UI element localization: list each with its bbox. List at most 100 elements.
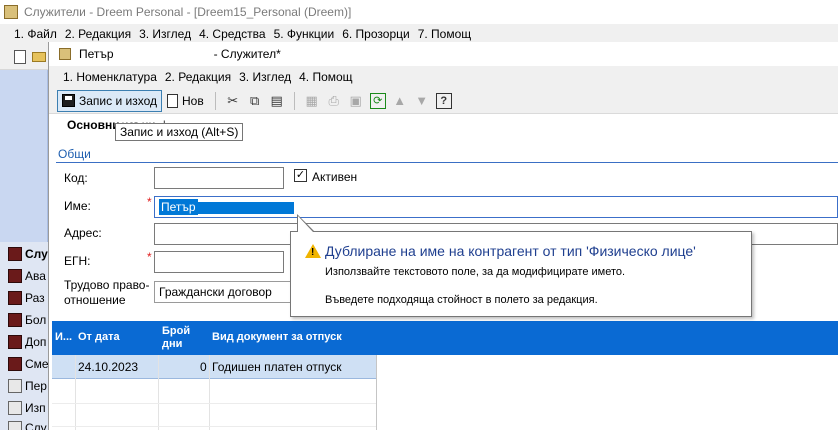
open-folder-icon[interactable] bbox=[32, 52, 46, 62]
active-label: Активен bbox=[312, 170, 358, 184]
window-icon bbox=[59, 48, 71, 60]
grid-row-line bbox=[52, 403, 376, 404]
menu-nomenclature[interactable]: 1. Номенклатура bbox=[63, 70, 157, 84]
toolbar-separator bbox=[214, 91, 216, 110]
parent-menu-edit[interactable]: 2. Редакция bbox=[65, 27, 131, 41]
sidebar-item-0[interactable]: Слу bbox=[8, 244, 48, 264]
contract-label: Трудово право- отношение bbox=[64, 278, 149, 308]
red-record-icon bbox=[8, 357, 22, 371]
sidebar-item-4[interactable]: Доп bbox=[8, 332, 48, 352]
parent-title-bar: Служители - Dreem Personal - [Dreem15_Pe… bbox=[0, 0, 838, 24]
sidebar-item-3[interactable]: Бол bbox=[8, 310, 48, 330]
red-record-icon bbox=[8, 247, 22, 261]
parent-menu-windows[interactable]: 6. Прозорци bbox=[342, 27, 409, 41]
col-doc-type-header[interactable]: Вид документ за отпуск bbox=[212, 331, 342, 344]
arrow-down-icon[interactable]: ▼ bbox=[414, 93, 430, 109]
code-label: Код: bbox=[64, 171, 88, 185]
sidebar-item-label: Пер bbox=[25, 379, 47, 393]
warning-icon-mark: ! bbox=[311, 247, 315, 258]
address-label: Адрес: bbox=[64, 226, 102, 240]
balloon-line-2: Въведете подходяща стойност в полето за … bbox=[325, 294, 598, 306]
section-general-title: Общи bbox=[58, 147, 91, 161]
save-and-exit-button[interactable]: Запис и изход bbox=[57, 89, 162, 112]
refresh-icon[interactable]: ⟳ bbox=[369, 92, 386, 109]
code-field[interactable] bbox=[154, 167, 284, 189]
name-field[interactable]: Петър bbox=[154, 196, 838, 218]
new-label: Нов bbox=[181, 93, 204, 108]
new-document-icon bbox=[166, 93, 178, 108]
parent-window-title: Служители - Dreem Personal - [Dreem15_Pe… bbox=[24, 5, 352, 19]
sidebar-item-label: Слу bbox=[25, 247, 48, 261]
paste-icon[interactable]: ▤ bbox=[269, 93, 285, 109]
egn-required-mark: * bbox=[147, 250, 152, 264]
toolbar-separator bbox=[293, 91, 295, 110]
new-document-icon[interactable] bbox=[14, 50, 26, 64]
employee-window-title-bar: Петър - Служител* bbox=[49, 42, 838, 66]
sidebar-item-5[interactable]: Сме bbox=[8, 354, 48, 374]
balloon-line-1: Използвайте текстовото поле, за да модиф… bbox=[325, 266, 626, 278]
employee-toolbar: Запис и изход Нов ✂ ⧉ ▤ ▦ ⎙ ▣ ⟳ ▲ ▼ ? bbox=[49, 88, 838, 114]
col-days-header-line1: Брой bbox=[162, 325, 191, 337]
menu-help[interactable]: 4. Помощ bbox=[299, 70, 352, 84]
new-button[interactable]: Нов bbox=[162, 90, 209, 112]
save-tooltip: Запис и изход (Alt+S) bbox=[115, 123, 244, 141]
delete-icon[interactable]: ▣ bbox=[348, 93, 364, 109]
table-row[interactable]: 24.10.2023 0 Годишен платен отпуск bbox=[52, 355, 376, 379]
balloon-tail-fill bbox=[298, 216, 313, 232]
doc-record-icon bbox=[8, 401, 22, 415]
parent-menu-file[interactable]: 1. Файл bbox=[14, 27, 57, 41]
row-doc-type: Годишен платен отпуск bbox=[212, 360, 342, 374]
sidebar-item-7[interactable]: Изп bbox=[8, 398, 48, 418]
arrow-up-icon[interactable]: ▲ bbox=[392, 93, 408, 109]
sidebar-item-label: Изп bbox=[25, 401, 46, 415]
red-record-icon bbox=[8, 335, 22, 349]
balloon-title: Дублиране на име на контрагент от тип 'Ф… bbox=[325, 243, 696, 259]
col-from-date-header[interactable]: От дата bbox=[78, 331, 120, 344]
validation-balloon: ! Дублиране на име на контрагент от тип … bbox=[290, 231, 752, 317]
menu-view[interactable]: 3. Изглед bbox=[239, 70, 291, 84]
name-required-mark: * bbox=[147, 195, 152, 209]
cut-icon[interactable]: ✂ bbox=[225, 93, 241, 109]
copy-icon[interactable]: ⧉ bbox=[247, 93, 263, 109]
egn-field[interactable] bbox=[154, 251, 284, 273]
leave-grid-header: И... От дата Брой дни Вид документ за от… bbox=[52, 321, 838, 355]
sidebar-item-label: Раз bbox=[25, 291, 45, 305]
sidebar-item-2[interactable]: Раз bbox=[8, 288, 48, 308]
sidebar-item-8[interactable]: Слу bbox=[8, 418, 48, 430]
print-icon[interactable]: ⎙ bbox=[326, 93, 342, 109]
app-icon bbox=[4, 5, 18, 19]
parent-menu-help[interactable]: 7. Помощ bbox=[418, 27, 471, 41]
print-preview-icon[interactable]: ▦ bbox=[304, 93, 320, 109]
name-label: Име: bbox=[64, 199, 91, 213]
grid-column-line bbox=[75, 355, 76, 430]
sidebar-item-label: Бол bbox=[25, 313, 47, 327]
tab-basic[interactable]: Основни bbox=[67, 118, 120, 132]
grid-column-line bbox=[158, 355, 159, 430]
sidebar-item-label: Сме bbox=[25, 357, 48, 371]
sidebar-item-6[interactable]: Пер bbox=[8, 376, 48, 396]
contract-label-line2: отношение bbox=[64, 293, 126, 307]
employee-menu-bar: 1. Номенклатура 2. Редакция 3. Изглед 4.… bbox=[49, 66, 838, 88]
active-checkbox[interactable]: ✓ bbox=[294, 169, 307, 182]
col-days-header[interactable]: Брой дни bbox=[162, 325, 190, 351]
col-days-header-line2: дни bbox=[162, 338, 183, 350]
egn-label: ЕГН: bbox=[64, 254, 91, 268]
help-icon[interactable]: ? bbox=[435, 92, 452, 109]
grid-row-line bbox=[52, 426, 376, 427]
sidebar-header-panel bbox=[0, 70, 48, 242]
parent-menu-bar: 1. Файл 2. Редакция 3. Изглед 4. Средств… bbox=[0, 24, 838, 44]
contract-type-select[interactable]: Граждански договор bbox=[154, 281, 294, 303]
col-id-header[interactable]: И... bbox=[55, 331, 72, 344]
menu-edit[interactable]: 2. Редакция bbox=[165, 70, 231, 84]
grid-column-line bbox=[209, 355, 210, 430]
parent-menu-tools[interactable]: 4. Средства bbox=[199, 27, 266, 41]
red-record-icon bbox=[8, 291, 22, 305]
row-days: 0 bbox=[200, 360, 207, 374]
doc-record-icon bbox=[8, 421, 22, 430]
leave-grid-body[interactable] bbox=[52, 379, 376, 430]
sidebar-item-1[interactable]: Ава bbox=[8, 266, 48, 286]
parent-menu-functions[interactable]: 5. Функции bbox=[274, 27, 335, 41]
sidebar-item-label: Ава bbox=[25, 269, 46, 283]
red-record-icon bbox=[8, 269, 22, 283]
parent-menu-view[interactable]: 3. Изглед bbox=[139, 27, 191, 41]
